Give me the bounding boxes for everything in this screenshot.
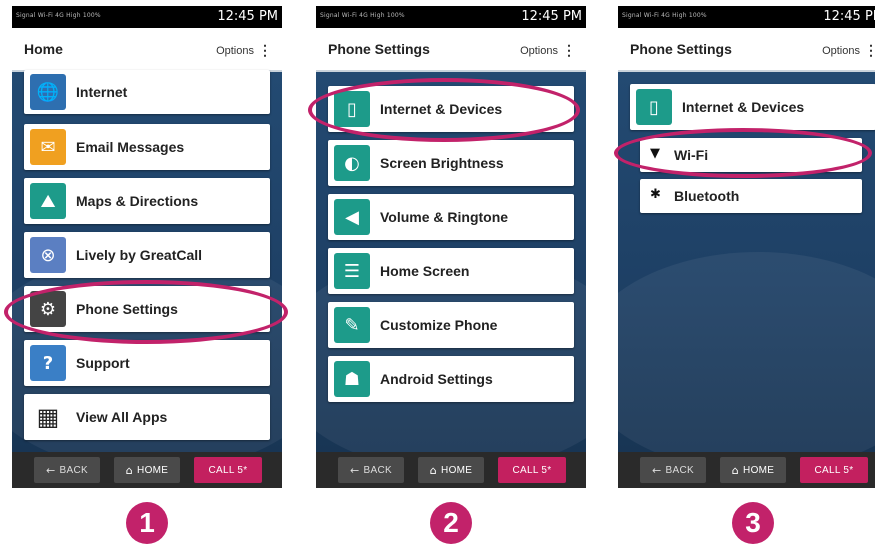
- page-title: Phone Settings: [328, 41, 430, 57]
- back-button[interactable]: ← BACK: [34, 457, 100, 483]
- arrow-left-icon: ←: [46, 463, 56, 477]
- menu-item-label: Home Screen: [380, 263, 470, 279]
- step-number-badge: 1: [126, 502, 168, 544]
- status-time: 12:45 PM: [217, 9, 278, 24]
- page-title: Home: [24, 41, 63, 57]
- speaker-icon: ◀: [334, 199, 370, 235]
- page-title: Phone Settings: [630, 41, 732, 57]
- menu-item-support[interactable]: ? Support: [24, 340, 270, 386]
- house-icon: ⌂: [125, 463, 134, 477]
- options-label: Options: [216, 45, 254, 57]
- menu-item-label: Maps & Directions: [76, 193, 199, 209]
- menu-item-label: Screen Brightness: [380, 155, 504, 171]
- call-label: CALL 5*: [814, 464, 854, 476]
- menu-item-volume-ringtone[interactable]: ◀ Volume & Ringtone: [328, 194, 574, 240]
- app-header: Phone Settings Options ⋮: [618, 28, 875, 72]
- back-label: BACK: [59, 464, 88, 476]
- status-indicators: Signal Wi-Fi 4G High 100%: [320, 12, 405, 19]
- menu-item-screen-brightness[interactable]: ◐ Screen Brightness: [328, 140, 574, 186]
- highlight-oval-wifi: [614, 128, 872, 178]
- call-button[interactable]: CALL 5*: [498, 457, 566, 483]
- options-button[interactable]: Options ⋮: [520, 42, 576, 59]
- status-bar: Signal Wi-Fi 4G High 100% 12:45 PM: [316, 6, 586, 28]
- kebab-menu-icon: ⋮: [258, 42, 272, 58]
- phone-screen-internet-devices: Signal Wi-Fi 4G High 100% 12:45 PM Phone…: [618, 6, 875, 488]
- app-header: Home Options ⋮: [12, 28, 282, 72]
- step-number-badge: 3: [732, 502, 774, 544]
- status-indicators: Signal Wi-Fi 4G High 100%: [622, 12, 707, 19]
- call-label: CALL 5*: [512, 464, 552, 476]
- background-wave: [618, 252, 875, 472]
- highlight-oval-internet-devices: [308, 78, 580, 142]
- status-time: 12:45 PM: [823, 9, 875, 24]
- highlight-oval-phone-settings: [4, 280, 288, 344]
- phone-signal-icon: ▯: [636, 89, 672, 125]
- menu-item-label: Customize Phone: [380, 317, 498, 333]
- kebab-menu-icon: ⋮: [864, 42, 875, 58]
- step-number-badge: 2: [430, 502, 472, 544]
- menu-item-email-messages[interactable]: ✉ Email Messages: [24, 124, 270, 170]
- menu-item-label: Lively by GreatCall: [76, 247, 203, 263]
- home-label: HOME: [743, 464, 775, 476]
- list-icon: ☰: [334, 253, 370, 289]
- menu-item-label: Email Messages: [76, 139, 185, 155]
- call-button[interactable]: CALL 5*: [800, 457, 868, 483]
- status-bar: Signal Wi-Fi 4G High 100% 12:45 PM: [618, 6, 875, 28]
- menu-item-maps-directions[interactable]: ⛰ Maps & Directions: [24, 178, 270, 224]
- bottom-nav-bar: ← BACK ⌂ HOME CALL 5*: [618, 452, 875, 488]
- submenu-item-bluetooth[interactable]: ✱ Bluetooth: [640, 179, 862, 213]
- back-label: BACK: [363, 464, 392, 476]
- home-button[interactable]: ⌂ HOME: [720, 457, 786, 483]
- submenu-item-label: Bluetooth: [674, 188, 740, 204]
- kebab-menu-icon: ⋮: [562, 42, 576, 58]
- menu-item-customize-phone[interactable]: ✎ Customize Phone: [328, 302, 574, 348]
- menu-item-android-settings[interactable]: ☗ Android Settings: [328, 356, 574, 402]
- envelope-icon: ✉: [30, 129, 66, 165]
- status-bar: Signal Wi-Fi 4G High 100% 12:45 PM: [12, 6, 282, 28]
- options-button[interactable]: Options ⋮: [822, 42, 875, 59]
- options-label: Options: [520, 45, 558, 57]
- question-icon: ?: [30, 345, 66, 381]
- call-label: CALL 5*: [208, 464, 248, 476]
- call-button[interactable]: CALL 5*: [194, 457, 262, 483]
- back-button[interactable]: ← BACK: [640, 457, 706, 483]
- back-button[interactable]: ← BACK: [338, 457, 404, 483]
- options-label: Options: [822, 45, 860, 57]
- back-label: BACK: [665, 464, 694, 476]
- menu-item-home-screen[interactable]: ☰ Home Screen: [328, 248, 574, 294]
- bluetooth-icon: ✱: [650, 187, 661, 202]
- house-icon: ⌂: [731, 463, 740, 477]
- app-header: Phone Settings Options ⋮: [316, 28, 586, 72]
- home-button[interactable]: ⌂ HOME: [114, 457, 180, 483]
- map-icon: ⛰: [30, 183, 66, 219]
- arrow-left-icon: ←: [350, 463, 360, 477]
- magic-wand-icon: ✎: [334, 307, 370, 343]
- menu-item-label: Volume & Ringtone: [380, 209, 509, 225]
- status-indicators: Signal Wi-Fi 4G High 100%: [16, 12, 101, 19]
- menu-item-label: Android Settings: [380, 371, 493, 387]
- status-time: 12:45 PM: [521, 9, 582, 24]
- android-icon: ☗: [334, 361, 370, 397]
- menu-item-internet-devices[interactable]: ▯ Internet & Devices: [630, 84, 875, 130]
- brightness-icon: ◐: [334, 145, 370, 181]
- bottom-nav-bar: ← BACK ⌂ HOME CALL 5*: [316, 452, 586, 488]
- menu-item-internet[interactable]: 🌐 Internet: [24, 70, 270, 114]
- menu-item-lively[interactable]: ⊗ Lively by GreatCall: [24, 232, 270, 278]
- menu-item-label: Support: [76, 355, 130, 371]
- menu-item-label: Internet & Devices: [682, 99, 805, 115]
- bottom-nav-bar: ← BACK ⌂ HOME CALL 5*: [12, 452, 282, 488]
- options-button[interactable]: Options ⋮: [216, 42, 272, 59]
- home-button[interactable]: ⌂ HOME: [418, 457, 484, 483]
- home-label: HOME: [137, 464, 169, 476]
- home-label: HOME: [441, 464, 473, 476]
- phone-screen-home: Signal Wi-Fi 4G High 100% 12:45 PM Home …: [12, 6, 282, 488]
- menu-item-label: View All Apps: [76, 409, 168, 425]
- menu-item-label: Internet: [76, 84, 128, 100]
- globe-icon: 🌐: [30, 74, 66, 110]
- grid-icon: ▦: [30, 399, 66, 435]
- menu-item-view-all-apps[interactable]: ▦ View All Apps: [24, 394, 270, 440]
- house-icon: ⌂: [429, 463, 438, 477]
- lively-icon: ⊗: [30, 237, 66, 273]
- arrow-left-icon: ←: [652, 463, 662, 477]
